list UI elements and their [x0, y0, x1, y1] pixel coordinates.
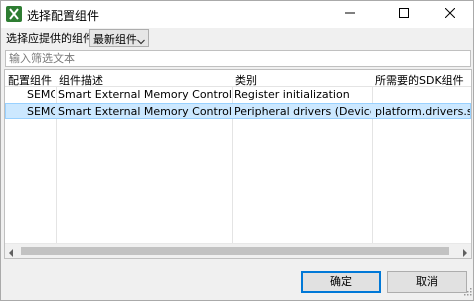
horizontal-scrollbar[interactable]	[5, 243, 471, 258]
cell-category: Register initialization	[234, 88, 350, 101]
column-header-category[interactable]: 类别	[235, 72, 370, 88]
close-button[interactable]	[427, 1, 473, 28]
component-version-select[interactable]: 最新组件	[89, 29, 149, 47]
table-header: 配置组件 组件描述 类别 所需要的SDK组件	[5, 70, 471, 87]
title-bar[interactable]: 选择配置组件	[1, 1, 473, 28]
scroll-left-icon[interactable]	[8, 247, 14, 258]
cell-description: Smart External Memory Controller (SEMC)	[58, 105, 231, 118]
minimize-button[interactable]	[327, 1, 373, 28]
column-header-sdk[interactable]: 所需要的SDK组件	[375, 72, 470, 88]
dialog-window: 选择配置组件 选择应提供的组件 最新组件 输入筛选文本 配置组件 组件描述 类别…	[0, 0, 474, 301]
cell-sdk: platform.drivers.semc[2	[375, 105, 470, 118]
cell-description: Smart External Memory Controller (SEMC)	[58, 88, 231, 101]
close-icon	[444, 7, 456, 21]
maximize-button[interactable]	[381, 1, 427, 28]
table-row-selected[interactable]: SEMC Smart External Memory Controller (S…	[5, 103, 471, 119]
resize-grip-icon[interactable]	[462, 286, 472, 299]
cancel-button[interactable]: 取消	[387, 271, 467, 293]
cell-component: SEMC	[27, 88, 55, 101]
column-header-description[interactable]: 组件描述	[59, 72, 229, 88]
scrollbar-thumb[interactable]	[21, 247, 449, 255]
filter-label: 选择应提供的组件	[6, 32, 94, 45]
maximize-icon	[399, 8, 409, 21]
table-row[interactable]: SEMC Smart External Memory Controller (S…	[5, 87, 471, 103]
app-x-icon	[6, 6, 22, 22]
cell-component: SEMC	[27, 105, 55, 118]
minimize-icon	[345, 8, 355, 21]
ok-button[interactable]: 确定	[301, 271, 381, 293]
chevron-down-icon	[137, 35, 145, 48]
window-title: 选择配置组件	[27, 9, 100, 23]
column-header-component[interactable]: 配置组件	[8, 72, 56, 88]
components-table: 配置组件 组件描述 类别 所需要的SDK组件 SEMC Smart Extern…	[4, 69, 472, 259]
select-value: 最新组件	[93, 33, 137, 46]
filter-text-input[interactable]	[5, 50, 471, 67]
scroll-right-icon[interactable]	[462, 247, 468, 258]
cell-category: Peripheral drivers (Device specific)	[234, 105, 371, 118]
